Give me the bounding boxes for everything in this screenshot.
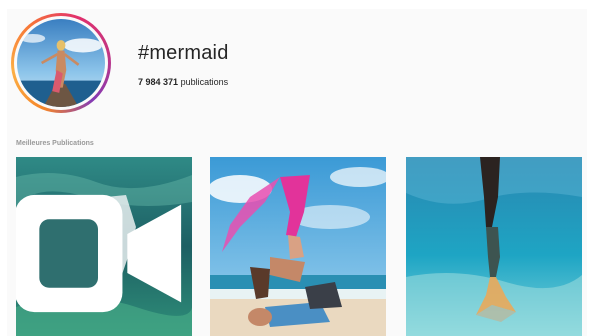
top-posts-heading: Meilleures Publications xyxy=(16,140,94,147)
hashtag-page: #mermaid 7 984 371 publications Meilleur… xyxy=(7,9,587,336)
post-count-value: 7 984 371 xyxy=(138,77,179,87)
hashtag-title: #mermaid xyxy=(138,42,229,64)
post-image xyxy=(406,157,582,336)
hashtag-avatar[interactable] xyxy=(11,13,111,113)
top-posts-grid xyxy=(16,157,586,336)
post-count-label: publications xyxy=(180,77,229,87)
post-tile[interactable] xyxy=(210,157,386,336)
post-count: 7 984 371 publications xyxy=(138,77,228,87)
video-camera-icon xyxy=(16,194,182,313)
post-tile[interactable] xyxy=(406,157,582,336)
avatar-image xyxy=(17,19,105,107)
post-image xyxy=(210,157,386,336)
post-tile[interactable] xyxy=(16,157,192,336)
